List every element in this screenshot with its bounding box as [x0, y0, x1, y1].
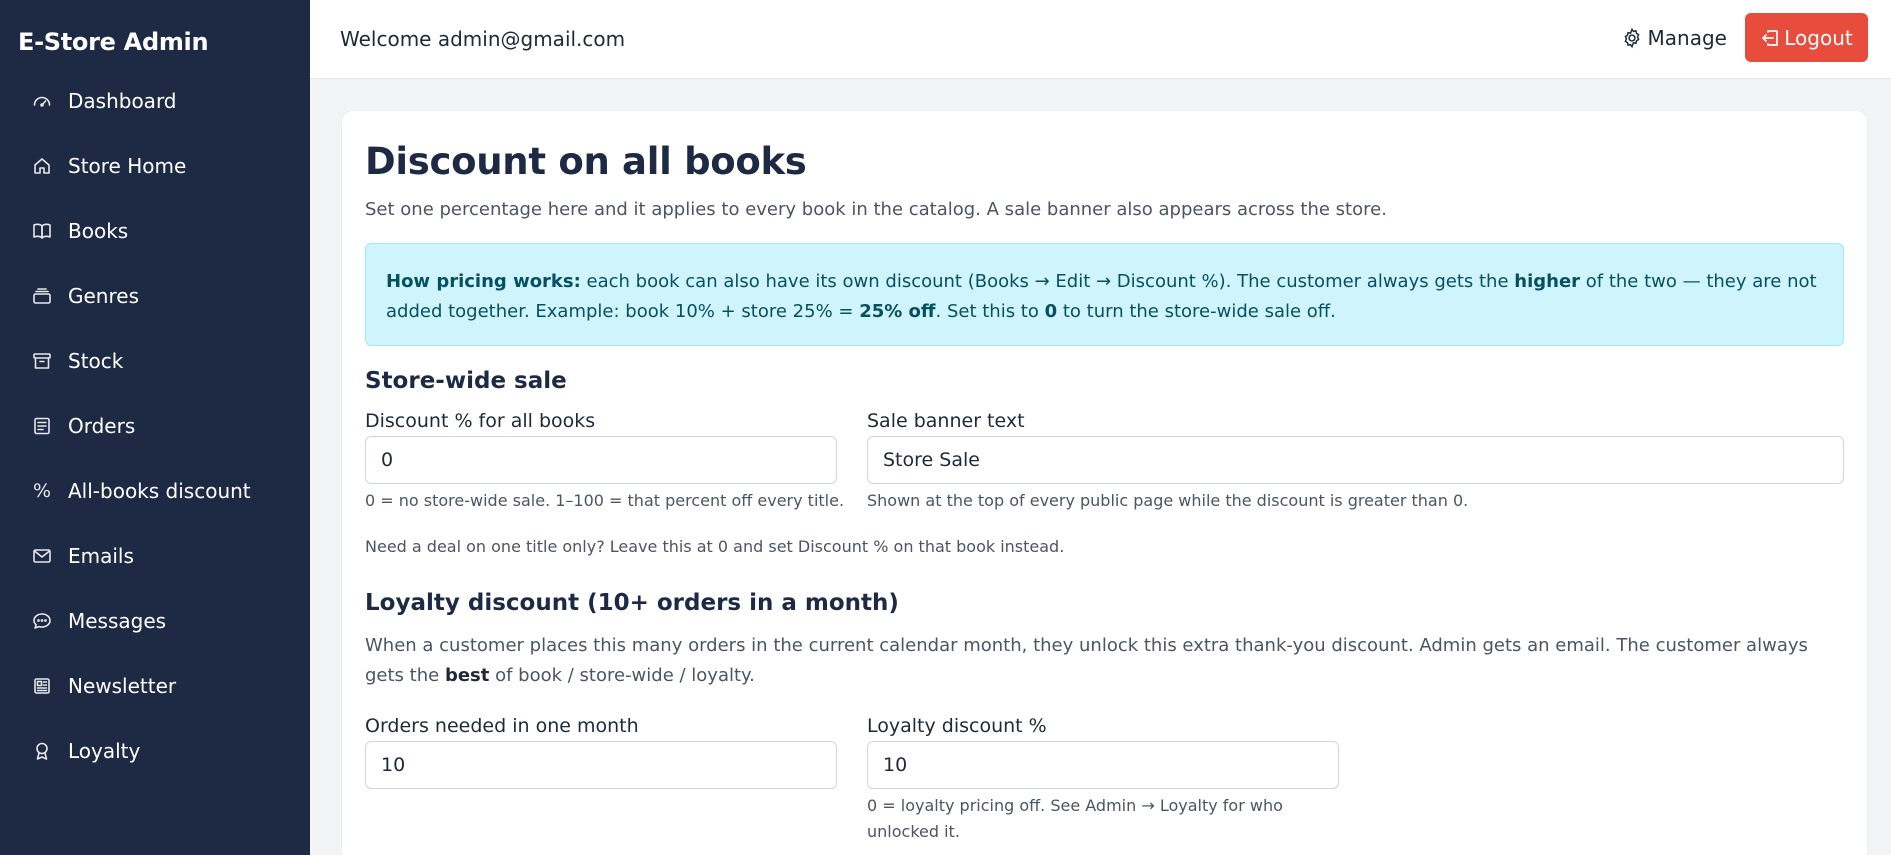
manage-link[interactable]: Manage	[1621, 26, 1727, 50]
orders-needed-label: Orders needed in one month	[365, 715, 639, 737]
info-lead: How pricing works:	[386, 271, 581, 292]
house-icon	[31, 155, 53, 177]
sidebar-item-label: Emails	[68, 543, 134, 568]
sidebar-item-orders[interactable]: Orders	[0, 393, 310, 458]
info-zero: 0	[1044, 301, 1058, 322]
sidebar-item-stock[interactable]: Stock	[0, 328, 310, 393]
newspaper-icon	[31, 675, 53, 697]
sidebar: E-Store Admin Dashboard Store Home Books…	[0, 0, 310, 855]
logout-icon	[1762, 29, 1779, 46]
award-icon	[31, 740, 53, 762]
chat-icon	[31, 610, 53, 632]
info-higher: higher	[1514, 271, 1581, 292]
sidebar-item-dashboard[interactable]: Dashboard	[0, 68, 310, 133]
book-icon	[31, 220, 53, 242]
envelope-icon	[31, 545, 53, 567]
sidebar-item-loyalty[interactable]: Loyalty	[0, 718, 310, 783]
sidebar-item-genres[interactable]: Genres	[0, 263, 310, 328]
sidebar-item-label: Genres	[68, 283, 139, 308]
logout-label: Logout	[1784, 25, 1853, 50]
sidebar-item-all-books-discount[interactable]: % All-books discount	[0, 458, 310, 523]
sidebar-item-label: Stock	[68, 348, 124, 373]
percent-icon: %	[32, 479, 52, 502]
sidebar-item-label: Dashboard	[68, 88, 177, 113]
sidebar-item-books[interactable]: Books	[0, 198, 310, 263]
info-text-4: to turn the store-wide sale off.	[1057, 301, 1336, 322]
loyalty-pct-label: Loyalty discount %	[867, 715, 1047, 737]
topbar: Welcome admin@gmail.com Manage Logout	[310, 0, 1891, 79]
logout-button[interactable]: Logout	[1745, 13, 1868, 62]
sidebar-item-newsletter[interactable]: Newsletter	[0, 653, 310, 718]
sidebar-item-emails[interactable]: Emails	[0, 523, 310, 588]
loyalty-best: best	[444, 665, 490, 686]
page-subtitle: Set one percentage here and it applies t…	[365, 199, 1387, 220]
welcome-text: Welcome admin@gmail.com	[340, 27, 626, 51]
sidebar-item-label: Newsletter	[68, 673, 177, 698]
banner-label: Sale banner text	[867, 410, 1025, 432]
single-title-note: Need a deal on one title only? Leave thi…	[365, 537, 1065, 556]
pricing-info-alert: How pricing works: each book can also ha…	[365, 243, 1844, 346]
loyalty-heading: Loyalty discount (10+ orders in a month)	[365, 590, 899, 616]
collection-icon	[31, 285, 53, 307]
sidebar-item-label: Messages	[68, 608, 167, 633]
discount-help: 0 = no store-wide sale. 1–100 = that per…	[365, 491, 845, 510]
loyalty-description: When a customer places this many orders …	[365, 631, 1850, 691]
info-result: 25% off	[859, 301, 936, 322]
manage-label: Manage	[1647, 26, 1727, 50]
speedometer-icon	[31, 90, 53, 112]
brand-title[interactable]: E-Store Admin	[18, 28, 209, 56]
sidebar-item-label: Loyalty	[68, 738, 141, 763]
sidebar-item-messages[interactable]: Messages	[0, 588, 310, 653]
info-text-3: . Set this to	[935, 301, 1045, 322]
discount-settings-card: Discount on all books Set one percentage…	[341, 110, 1868, 855]
store-sale-heading: Store-wide sale	[365, 368, 567, 394]
orders-needed-input[interactable]	[365, 741, 837, 789]
discount-input[interactable]	[365, 436, 837, 484]
banner-help: Shown at the top of every public page wh…	[867, 491, 1469, 510]
discount-label: Discount % for all books	[365, 410, 596, 432]
banner-text-input[interactable]	[867, 436, 1844, 484]
sidebar-item-label: Store Home	[68, 153, 187, 178]
sidebar-item-label: Orders	[68, 413, 136, 438]
loyalty-pct-help: 0 = loyalty pricing off. See Admin → Loy…	[867, 796, 1283, 841]
loyalty-pct-input[interactable]	[867, 741, 1339, 789]
receipt-icon	[31, 415, 53, 437]
archive-icon	[31, 350, 53, 372]
sidebar-nav: Dashboard Store Home Books Genres Stock …	[0, 68, 310, 783]
loyalty-desc-2: of book / store-wide / loyalty.	[489, 665, 755, 686]
sidebar-item-label: All-books discount	[68, 478, 251, 503]
sidebar-item-store-home[interactable]: Store Home	[0, 133, 310, 198]
page-title: Discount on all books	[365, 140, 807, 183]
sidebar-item-label: Books	[68, 218, 129, 243]
info-text-1: each book can also have its own discount…	[580, 271, 1515, 292]
gear-icon	[1624, 27, 1640, 49]
